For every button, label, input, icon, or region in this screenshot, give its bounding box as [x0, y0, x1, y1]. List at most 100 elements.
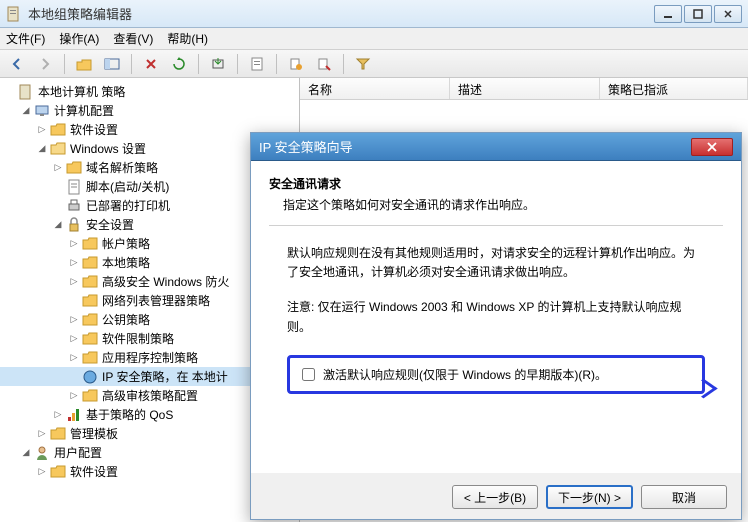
tree-label: 应用程序控制策略: [102, 349, 198, 366]
col-desc[interactable]: 描述: [450, 78, 600, 99]
dialog-body: 安全通讯请求 指定这个策略如何对安全通讯的请求作出响应。 默认响应规则在没有其他…: [251, 161, 741, 473]
folder-icon: [82, 255, 98, 271]
policy-icon: [18, 84, 34, 100]
folder-open-icon: [50, 141, 66, 157]
tree-label: 软件限制策略: [102, 330, 174, 347]
maximize-button[interactable]: [684, 5, 712, 23]
default-response-checkbox-row[interactable]: 激活默认响应规则(仅限于 Windows 的早期版本)(R)。: [287, 355, 705, 394]
action1-button[interactable]: [285, 53, 307, 75]
tree-label: 网络列表管理器策略: [102, 292, 210, 309]
up-button[interactable]: [73, 53, 95, 75]
dialog-heading: 安全通讯请求: [269, 175, 723, 192]
folder-icon: [50, 122, 66, 138]
col-name[interactable]: 名称: [300, 78, 450, 99]
user-icon: [34, 445, 50, 461]
qos-icon: [66, 407, 82, 423]
tree-label: 安全设置: [86, 216, 134, 233]
tree-label: Windows 设置: [70, 140, 146, 157]
tree-label: 基于策略的 QoS: [86, 406, 173, 423]
tree-label: 软件设置: [70, 463, 118, 480]
folder-icon: [50, 426, 66, 442]
divider: [269, 225, 723, 226]
ipsec-icon: [82, 369, 98, 385]
folder-icon: [82, 236, 98, 252]
folder-icon: [66, 160, 82, 176]
next-button[interactable]: 下一步(N) >: [546, 485, 633, 509]
folder-icon: [82, 274, 98, 290]
back-button[interactable]: [6, 53, 28, 75]
delete-button[interactable]: [140, 53, 162, 75]
expander-icon[interactable]: ▷: [68, 314, 80, 326]
tree-root[interactable]: 本地计算机 策略: [0, 82, 299, 101]
tree-label: 高级安全 Windows 防火: [102, 273, 229, 290]
expander-icon[interactable]: ▷: [52, 409, 64, 421]
expander-icon[interactable]: ▷: [68, 276, 80, 288]
tree-label: 用户配置: [54, 444, 102, 461]
script-icon: [66, 179, 82, 195]
app-icon: [6, 6, 22, 22]
title-bar: 本地组策略编辑器: [0, 0, 748, 28]
filter-button[interactable]: [352, 53, 374, 75]
minimize-button[interactable]: [654, 5, 682, 23]
action2-button[interactable]: [313, 53, 335, 75]
tree-label: 软件设置: [70, 121, 118, 138]
expander-icon[interactable]: ▷: [36, 124, 48, 136]
refresh-button[interactable]: [168, 53, 190, 75]
forward-button[interactable]: [34, 53, 56, 75]
security-icon: [66, 217, 82, 233]
dialog-title: IP 安全策略向导: [259, 137, 691, 156]
expander-icon[interactable]: ▷: [68, 333, 80, 345]
menu-action[interactable]: 操作(A): [59, 30, 99, 47]
default-response-checkbox[interactable]: [302, 368, 315, 381]
cancel-button[interactable]: 取消: [641, 485, 727, 509]
dialog-subheading: 指定这个策略如何对安全通讯的请求作出响应。: [269, 196, 723, 213]
tree-label: 公钥策略: [102, 311, 150, 328]
tree-label: 本地计算机 策略: [38, 83, 125, 100]
tree-label: 高级审核策略配置: [102, 387, 198, 404]
expander-icon[interactable]: ◢: [52, 219, 64, 231]
expander-icon[interactable]: ▷: [36, 466, 48, 478]
show-hide-tree-button[interactable]: [101, 53, 123, 75]
dialog-close-button[interactable]: [691, 138, 733, 156]
menu-view[interactable]: 查看(V): [113, 30, 153, 47]
export-button[interactable]: [207, 53, 229, 75]
tree-label: 脚本(启动/关机): [86, 178, 169, 195]
ipsec-wizard-dialog: IP 安全策略向导 安全通讯请求 指定这个策略如何对安全通讯的请求作出响应。 默…: [250, 132, 742, 520]
menu-help[interactable]: 帮助(H): [167, 30, 208, 47]
window-controls: [654, 5, 742, 23]
folder-icon: [50, 464, 66, 480]
dialog-paragraph-2: 注意: 仅在运行 Windows 2003 和 Windows XP 的计算机上…: [287, 298, 705, 336]
col-assigned[interactable]: 策略已指派: [600, 78, 748, 99]
expander-icon[interactable]: [4, 86, 16, 98]
toolbar: [0, 50, 748, 78]
expander-icon[interactable]: ▷: [52, 162, 64, 174]
expander-icon[interactable]: ▷: [68, 238, 80, 250]
expander-icon[interactable]: ◢: [20, 105, 32, 117]
expander-icon[interactable]: ◢: [36, 143, 48, 155]
folder-icon: [82, 388, 98, 404]
tree-label: 本地策略: [102, 254, 150, 271]
column-headers: 名称 描述 策略已指派: [300, 78, 748, 100]
expander-icon[interactable]: ◢: [20, 447, 32, 459]
dialog-paragraph-1: 默认响应规则在没有其他规则适用时，对请求安全的远程计算机作出响应。为了安全地通讯…: [287, 244, 705, 282]
window-title: 本地组策略编辑器: [28, 4, 654, 23]
expander-icon[interactable]: ▷: [68, 257, 80, 269]
close-button[interactable]: [714, 5, 742, 23]
tree-label: 计算机配置: [54, 102, 114, 119]
tree-label: 域名解析策略: [86, 159, 158, 176]
back-button[interactable]: < 上一步(B): [452, 485, 538, 509]
folder-icon: [82, 350, 98, 366]
expander-icon[interactable]: ▷: [68, 390, 80, 402]
checkbox-label: 激活默认响应规则(仅限于 Windows 的早期版本)(R)。: [323, 366, 607, 383]
expander-icon[interactable]: ▷: [36, 428, 48, 440]
dialog-titlebar[interactable]: IP 安全策略向导: [251, 133, 741, 161]
folder-icon: [82, 331, 98, 347]
menu-bar: 文件(F) 操作(A) 查看(V) 帮助(H): [0, 28, 748, 50]
properties-button[interactable]: [246, 53, 268, 75]
menu-file[interactable]: 文件(F): [6, 30, 45, 47]
printer-icon: [66, 198, 82, 214]
expander-icon[interactable]: ▷: [68, 352, 80, 364]
tree-computer-config[interactable]: ◢ 计算机配置: [0, 101, 299, 120]
tree-label: 帐户策略: [102, 235, 150, 252]
tree-label: 管理模板: [70, 425, 118, 442]
